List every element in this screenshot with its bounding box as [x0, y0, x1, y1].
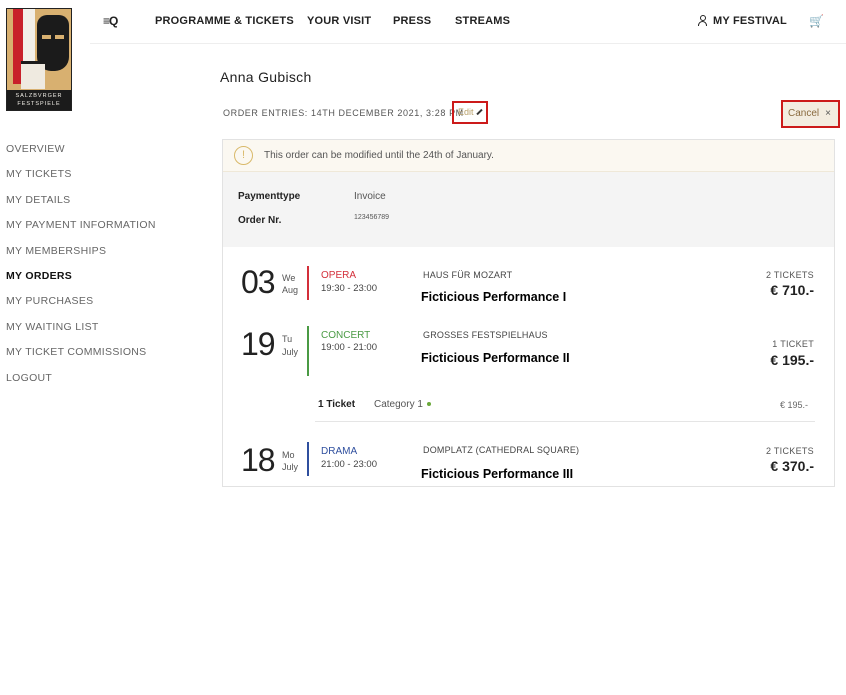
performance-venue: DOMPLATZ (CATHEDRAL SQUARE)	[423, 445, 580, 455]
performance-weekday: Tu	[282, 334, 293, 344]
payment-type-value: Invoice	[354, 191, 386, 202]
edit-order-button[interactable]: Edit	[452, 101, 488, 124]
account-sidebar: OVERVIEW MY TICKETS MY DETAILS MY PAYMEN…	[6, 143, 206, 397]
nav-my-festival[interactable]: MY FESTIVAL	[698, 15, 787, 27]
nav-press[interactable]: PRESS	[393, 15, 431, 27]
pencil-icon	[475, 108, 483, 116]
user-icon	[698, 15, 707, 26]
performance-title[interactable]: Ficticious Performance II	[421, 351, 570, 365]
performance-price: € 710.-	[770, 282, 814, 298]
performance-title[interactable]: Ficticious Performance I	[421, 290, 566, 304]
performance-time: 21:00 - 23:00	[321, 459, 377, 470]
order-card: ! This order can be modified until the 2…	[222, 139, 835, 487]
genre-bar-concert	[307, 326, 309, 376]
cart-icon[interactable]: 🛒	[809, 14, 824, 28]
sidebar-item-overview[interactable]: OVERVIEW	[6, 143, 206, 168]
payment-type-label: Paymenttype	[238, 191, 301, 202]
nav-your-visit[interactable]: YOUR VISIT	[307, 15, 371, 27]
performance-genre: OPERA	[321, 270, 357, 281]
performance-price: € 370.-	[770, 458, 814, 474]
cancel-order-button[interactable]: Cancel ×	[781, 100, 840, 128]
sidebar-item-ticket-commissions[interactable]: MY TICKET COMMISSIONS	[6, 346, 206, 371]
ticket-count: 1 TICKET	[772, 339, 814, 349]
performance-genre: DRAMA	[321, 446, 358, 457]
page-title: Anna Gubisch	[220, 69, 312, 85]
performance-venue: HAUS FÜR MOZART	[423, 270, 513, 280]
nav-programme-tickets[interactable]: PROGRAMME & TICKETS	[155, 15, 294, 27]
top-navigation: ≡Q PROGRAMME & TICKETS YOUR VISIT PRESS …	[90, 0, 846, 44]
genre-bar-opera	[307, 266, 309, 300]
notice-text: This order can be modified until the 24t…	[264, 150, 494, 161]
category-dot-icon	[426, 402, 431, 406]
performance-price: € 195.-	[770, 352, 814, 368]
sidebar-item-payment-information[interactable]: MY PAYMENT INFORMATION	[6, 219, 206, 244]
ticket-price: € 195.-	[779, 400, 808, 410]
ticket-category: Category 1	[374, 399, 431, 410]
order-number-value: 123456789	[354, 214, 390, 221]
ticket-count: 2 TICKETS	[765, 270, 814, 280]
menu-search-icon[interactable]: ≡Q	[103, 14, 118, 28]
edit-label: Edit	[458, 107, 474, 117]
logo-text: SALZBVRGER FESTSPIELE	[7, 90, 71, 110]
sidebar-item-my-purchases[interactable]: MY PURCHASES	[6, 295, 206, 320]
performance-weekday: We	[282, 273, 296, 283]
order-number-label: Order Nr.	[238, 215, 282, 226]
performance-time: 19:00 - 21:00	[321, 342, 377, 353]
sidebar-item-my-orders[interactable]: MY ORDERS	[6, 270, 206, 295]
warning-icon: !	[234, 146, 253, 165]
performance-time: 19:30 - 23:00	[321, 283, 377, 294]
sidebar-item-my-tickets[interactable]: MY TICKETS	[6, 168, 206, 193]
genre-bar-drama	[307, 442, 309, 476]
performance-month: July	[282, 462, 299, 472]
performance-day: 19	[241, 326, 276, 362]
my-festival-label: MY FESTIVAL	[713, 15, 787, 27]
ticket-category-label: Category 1	[374, 399, 423, 410]
nav-streams[interactable]: STREAMS	[455, 15, 510, 27]
performance-weekday: Mo	[282, 450, 295, 460]
performance-venue: GROSSES FESTSPIELHAUS	[423, 330, 548, 340]
order-info: Paymenttype Invoice Order Nr. 123456789	[223, 172, 834, 247]
festival-logo[interactable]: SALZBVRGER FESTSPIELE	[6, 8, 72, 111]
close-icon: ×	[825, 108, 831, 119]
sidebar-item-memberships[interactable]: MY MEMBERSHIPS	[6, 245, 206, 270]
ticket-count: 2 TICKETS	[765, 446, 814, 456]
performance-genre: CONCERT	[321, 330, 371, 341]
sidebar-item-logout[interactable]: LOGOUT	[6, 372, 206, 397]
order-entries-date: ORDER ENTRIES: 14TH DECEMBER 2021, 3:28 …	[223, 108, 464, 118]
performance-month: July	[282, 347, 299, 357]
sidebar-item-waiting-list[interactable]: MY WAITING LIST	[6, 321, 206, 346]
performance-month: Aug	[282, 285, 299, 295]
performance-day: 18	[241, 442, 276, 478]
ticket-quantity: 1 Ticket	[318, 399, 356, 410]
modification-notice: ! This order can be modified until the 2…	[223, 140, 834, 172]
performance-title[interactable]: Ficticious Performance III	[421, 467, 573, 481]
sidebar-item-my-details[interactable]: MY DETAILS	[6, 194, 206, 219]
ticket-detail-row: 1 Ticket Category 1 € 195.-	[315, 390, 815, 422]
performance-day: 03	[241, 264, 276, 300]
cancel-label: Cancel	[788, 108, 820, 119]
